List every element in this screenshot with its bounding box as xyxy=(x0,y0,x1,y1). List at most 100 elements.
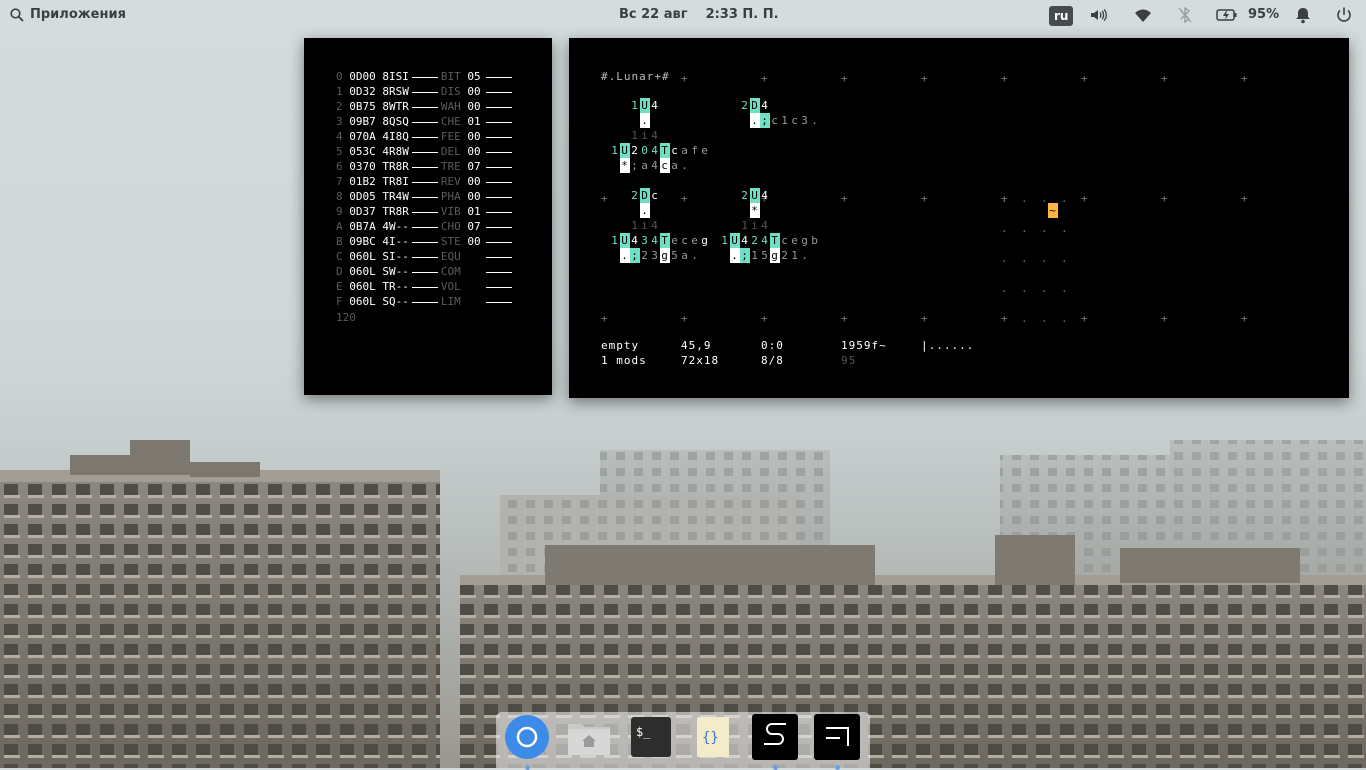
grid-marker: + xyxy=(1001,312,1008,325)
grid-dot: . xyxy=(1001,222,1008,235)
tracker-row[interactable]: 4 070A 4I8Q FEE 00 xyxy=(336,129,515,144)
tracker-row[interactable]: 1 0D32 8RSW DIS 00 xyxy=(336,84,515,99)
power-icon[interactable] xyxy=(1335,6,1353,24)
tracker-row[interactable]: 3 09B7 8QSQ CHE 01 xyxy=(336,114,515,129)
grid-marker: + xyxy=(841,192,848,205)
operator-1u424tcegb[interactable]: 1U424Tcegb xyxy=(720,233,820,248)
tracker-row[interactable]: D 060L SW-- COM xyxy=(336,264,515,279)
tracker-row[interactable]: 0 0D00 8ISI BIT 05 xyxy=(336,69,515,84)
grid-dot: . xyxy=(1041,252,1048,265)
row-address: 0B75 xyxy=(349,100,376,113)
tracker-row[interactable]: A 0B7A 4W-- CHO 07 xyxy=(336,219,515,234)
grid-marker: + xyxy=(1081,72,1088,85)
files-icon[interactable] xyxy=(566,714,612,760)
row-address: 053C xyxy=(349,145,376,158)
operator-1i4-b: 1i4 xyxy=(631,219,659,232)
tracker-window[interactable]: 0 0D00 8ISI BIT 05 1 0D32 8RSW DIS 00 2 0B75… xyxy=(304,38,552,395)
row-value: 00 xyxy=(467,145,481,158)
search-icon xyxy=(10,8,24,22)
clock[interactable]: Вс 22 авг 2:33 П. П. xyxy=(619,6,779,24)
left-app-icon[interactable] xyxy=(814,714,860,760)
row-value: 00 xyxy=(467,100,481,113)
tracker-row[interactable]: C 060L SI-- EQU xyxy=(336,249,515,264)
notifications-bell-icon[interactable] xyxy=(1294,6,1312,24)
wifi-icon[interactable] xyxy=(1134,6,1152,24)
tracker-row[interactable]: 9 0D37 TR8R VIB 01 xyxy=(336,204,515,219)
grid-dot: . xyxy=(1061,312,1068,325)
tracker-row[interactable]: B 09BC 4I-- STE 00 xyxy=(336,234,515,249)
row-value: 00 xyxy=(467,235,481,248)
battery-icon[interactable] xyxy=(1216,6,1238,24)
row-address: 01B2 xyxy=(349,175,376,188)
row-value: 05 xyxy=(467,70,481,83)
row-index: F xyxy=(336,295,343,308)
clock-date: Вс 22 авг xyxy=(619,7,688,22)
applications-label: Приложения xyxy=(30,7,126,22)
row-param: STE xyxy=(440,235,461,248)
row-index: 2 xyxy=(336,100,343,113)
grid-dot: . xyxy=(1061,252,1068,265)
operator-2d4-out: .; c 1 c 3. xyxy=(750,113,819,128)
operator-2d4[interactable]: 2D4 xyxy=(740,98,770,113)
web-browser-icon[interactable] xyxy=(504,714,550,760)
bluetooth-off-icon[interactable] xyxy=(1176,6,1194,24)
keyboard-layout-indicator[interactable]: ru xyxy=(1049,6,1074,26)
row-index: 6 xyxy=(336,160,343,173)
applications-menu-button[interactable]: Приложения xyxy=(10,6,126,24)
row-value: 01 xyxy=(467,205,481,218)
tracker-row[interactable]: E 060L TR-- VOL xyxy=(336,279,515,294)
orca-app-icon[interactable] xyxy=(752,714,798,760)
volume-icon[interactable] xyxy=(1089,6,1107,24)
row-address: 060L xyxy=(349,250,376,263)
row-address: 060L xyxy=(349,295,376,308)
row-index: 9 xyxy=(336,205,343,218)
status-sel: 0:0 xyxy=(761,339,784,352)
row-address: 0D32 xyxy=(349,85,376,98)
grid-marker: + xyxy=(1241,192,1248,205)
operator-2u4[interactable]: 2U4 xyxy=(740,188,770,203)
tracker-row[interactable]: F 060L SQ-- LIM xyxy=(336,294,515,309)
row-code: SQ-- xyxy=(382,295,409,308)
operator-1u204tcafe[interactable]: 1U204Tcafe xyxy=(610,143,710,158)
grid-dot: . xyxy=(1021,252,1028,265)
grid-marker: + xyxy=(921,312,928,325)
clock-time: 2:33 П. П. xyxy=(705,7,779,22)
tracker-row[interactable]: 6 0370 TR8R TRE 07 xyxy=(336,159,515,174)
row-param: CHE xyxy=(440,115,461,128)
battery-percent: 95% xyxy=(1248,7,1280,22)
grid-dot: . xyxy=(1021,192,1028,205)
cursor-glyph[interactable]: ~ xyxy=(1048,203,1058,218)
row-address: 0370 xyxy=(349,160,376,173)
row-address: 060L xyxy=(349,280,376,293)
operator-2dc[interactable]: 2Dc xyxy=(630,188,660,203)
svg-text:$_: $_ xyxy=(636,725,651,739)
tracker-row[interactable]: 5 053C 4R8W DEL 00 xyxy=(336,144,515,159)
tracker-row[interactable]: 8 0D05 TR4W PHA 00 xyxy=(336,189,515,204)
row-code: 4I8Q xyxy=(382,130,409,143)
grid-dot: . xyxy=(1041,192,1048,205)
row-index: A xyxy=(336,220,343,233)
row-code: 8WTR xyxy=(382,100,409,113)
row-index: 1 xyxy=(336,85,343,98)
operator-1u434tceceg[interactable]: 1U434Teceg xyxy=(610,233,710,248)
row-code: 4W-- xyxy=(382,220,409,233)
code-editor-icon[interactable]: {} xyxy=(690,714,736,760)
tracker-row[interactable]: 7 01B2 TR8I REV 00 xyxy=(336,174,515,189)
row-index: E xyxy=(336,280,343,293)
grid-marker: + xyxy=(921,72,928,85)
row-index: 3 xyxy=(336,115,343,128)
grid-dot: . xyxy=(1061,192,1068,205)
operator-1u4[interactable]: 1U4 xyxy=(630,98,660,113)
row-param: PHA xyxy=(440,190,461,203)
grid-marker: + xyxy=(1001,72,1008,85)
grid-marker: + xyxy=(601,312,608,325)
tracker-row[interactable]: 2 0B75 8WTR WAH 00 xyxy=(336,99,515,114)
row-param: REV xyxy=(440,175,461,188)
status-bpm: 95 xyxy=(841,354,857,367)
orca-window[interactable]: + + + + + + + + + + + + + + + + + + + + + + + + + +..............… xyxy=(569,38,1349,398)
operator-1u204tcafe-out: *; a 4 c a. xyxy=(620,158,689,173)
row-code: TR-- xyxy=(382,280,409,293)
grid-dot: . xyxy=(1021,282,1028,295)
terminal-icon[interactable]: $_ xyxy=(628,714,674,760)
row-param: LIM xyxy=(440,295,461,308)
